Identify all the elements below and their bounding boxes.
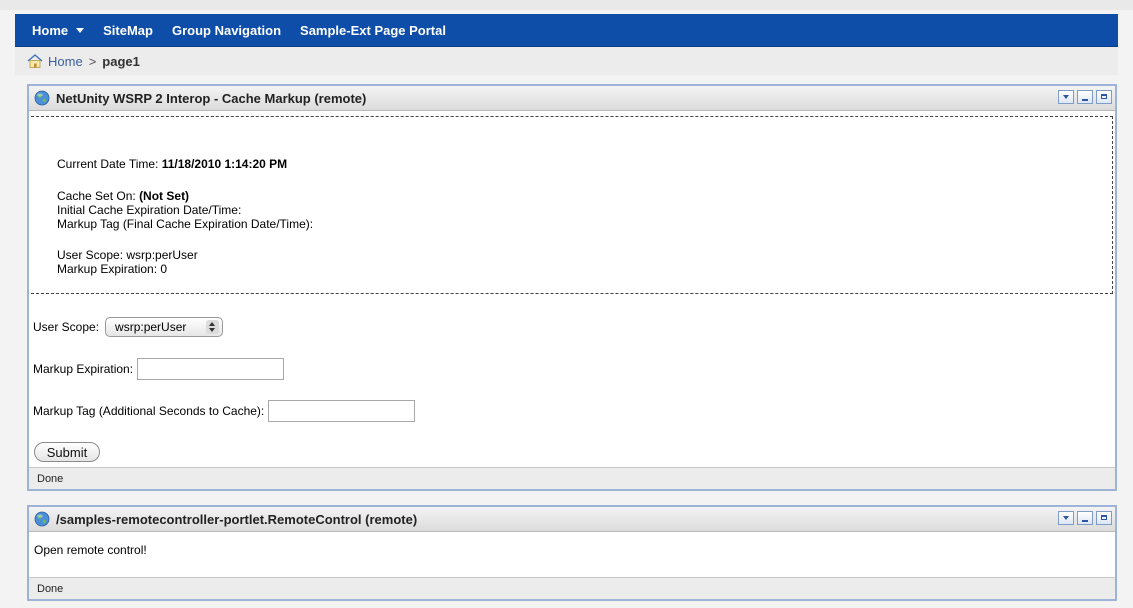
user-scope-select[interactable]: wsrp:perUser <box>105 317 224 337</box>
nav-group-navigation[interactable]: Group Navigation <box>172 23 281 38</box>
current-date-line: Current Date Time: 11/18/2010 1:14:20 PM <box>57 157 287 171</box>
chevron-down-icon <box>1063 95 1069 99</box>
select-arrows-icon <box>206 320 220 334</box>
chevron-down-icon <box>76 27 85 33</box>
user-scope-row: User Scope: wsrp:perUser <box>33 317 224 337</box>
user-scope-line: User Scope: wsrp:perUser <box>57 248 198 262</box>
home-icon <box>27 54 43 68</box>
portlet-menu-button[interactable] <box>1058 90 1074 104</box>
globe-icon <box>34 511 50 527</box>
markup-tag-label: Markup Tag (Additional Seconds to Cache)… <box>33 404 265 418</box>
initial-expiration-line: Initial Cache Expiration Date/Time: <box>57 203 242 217</box>
nav-home-menu[interactable]: Home <box>32 22 85 38</box>
nav-home-label: Home <box>32 22 69 38</box>
portlet-title: NetUnity WSRP 2 Interop - Cache Markup (… <box>56 90 367 106</box>
minimize-icon <box>1082 520 1088 522</box>
portlet-window-controls <box>1055 511 1112 525</box>
portlet-maximize-button[interactable] <box>1096 511 1112 525</box>
portlet-cache-markup: NetUnity WSRP 2 Interop - Cache Markup (… <box>27 84 1117 491</box>
remote-control-text: Open remote control! <box>34 543 147 557</box>
status-text: Done <box>37 472 64 485</box>
markup-expiration-row: Markup Expiration: <box>33 358 285 380</box>
maximize-icon <box>1101 94 1107 99</box>
maximize-icon <box>1101 515 1107 520</box>
markup-tag-input[interactable] <box>268 400 416 422</box>
portlet-maximize-button[interactable] <box>1096 90 1112 104</box>
portlet-menu-button[interactable] <box>1058 511 1074 525</box>
cache-set-label: Cache Set On: <box>57 189 136 203</box>
markup-expiration-label: Markup Expiration: <box>33 362 134 376</box>
portlet-minimize-button[interactable] <box>1077 90 1093 104</box>
nav-sample-ext-page-portal[interactable]: Sample-Ext Page Portal <box>300 23 446 38</box>
user-scope-label: User Scope: <box>33 320 100 334</box>
portlet-header: /samples-remotecontroller-portlet.Remote… <box>29 507 1115 532</box>
portlet-status-bar: Done <box>29 577 1115 599</box>
markup-expiration-line: Markup Expiration: 0 <box>57 262 168 276</box>
globe-icon <box>34 90 50 106</box>
portlet-window-controls <box>1055 90 1112 104</box>
portlet-remote-control: /samples-remotecontroller-portlet.Remote… <box>27 505 1117 601</box>
cache-info-panel: Current Date Time: 11/18/2010 1:14:20 PM… <box>31 116 1113 294</box>
status-text: Done <box>37 582 64 595</box>
cache-set-value: (Not Set) <box>139 189 190 203</box>
breadcrumb-home-link[interactable]: Home <box>48 54 83 69</box>
portlet-header: NetUnity WSRP 2 Interop - Cache Markup (… <box>29 86 1115 111</box>
markup-tag-row: Markup Tag (Additional Seconds to Cache)… <box>33 400 416 422</box>
minimize-icon <box>1082 99 1088 101</box>
breadcrumb: Home > page1 <box>15 47 1118 75</box>
user-scope-selected-value: wsrp:perUser <box>115 320 187 334</box>
breadcrumb-separator: > <box>88 53 97 69</box>
markup-tag-final-line: Markup Tag (Final Cache Expiration Date/… <box>57 217 314 231</box>
nav-sitemap[interactable]: SiteMap <box>103 23 153 38</box>
submit-button[interactable]: Submit <box>34 442 100 462</box>
chevron-down-icon <box>1063 516 1069 520</box>
top-navigation-bar: Home SiteMap Group Navigation Sample-Ext… <box>15 14 1118 47</box>
portlet-status-bar: Done <box>29 467 1115 489</box>
markup-expiration-input[interactable] <box>137 358 285 380</box>
portlet-title: /samples-remotecontroller-portlet.Remote… <box>56 511 418 527</box>
breadcrumb-current-page: page1 <box>102 53 140 69</box>
window-top-strip <box>0 0 1133 10</box>
current-date-label: Current Date Time: <box>57 157 159 171</box>
cache-set-line: Cache Set On: (Not Set) <box>57 189 189 203</box>
current-date-value: 11/18/2010 1:14:20 PM <box>161 157 288 171</box>
portlet-minimize-button[interactable] <box>1077 511 1093 525</box>
